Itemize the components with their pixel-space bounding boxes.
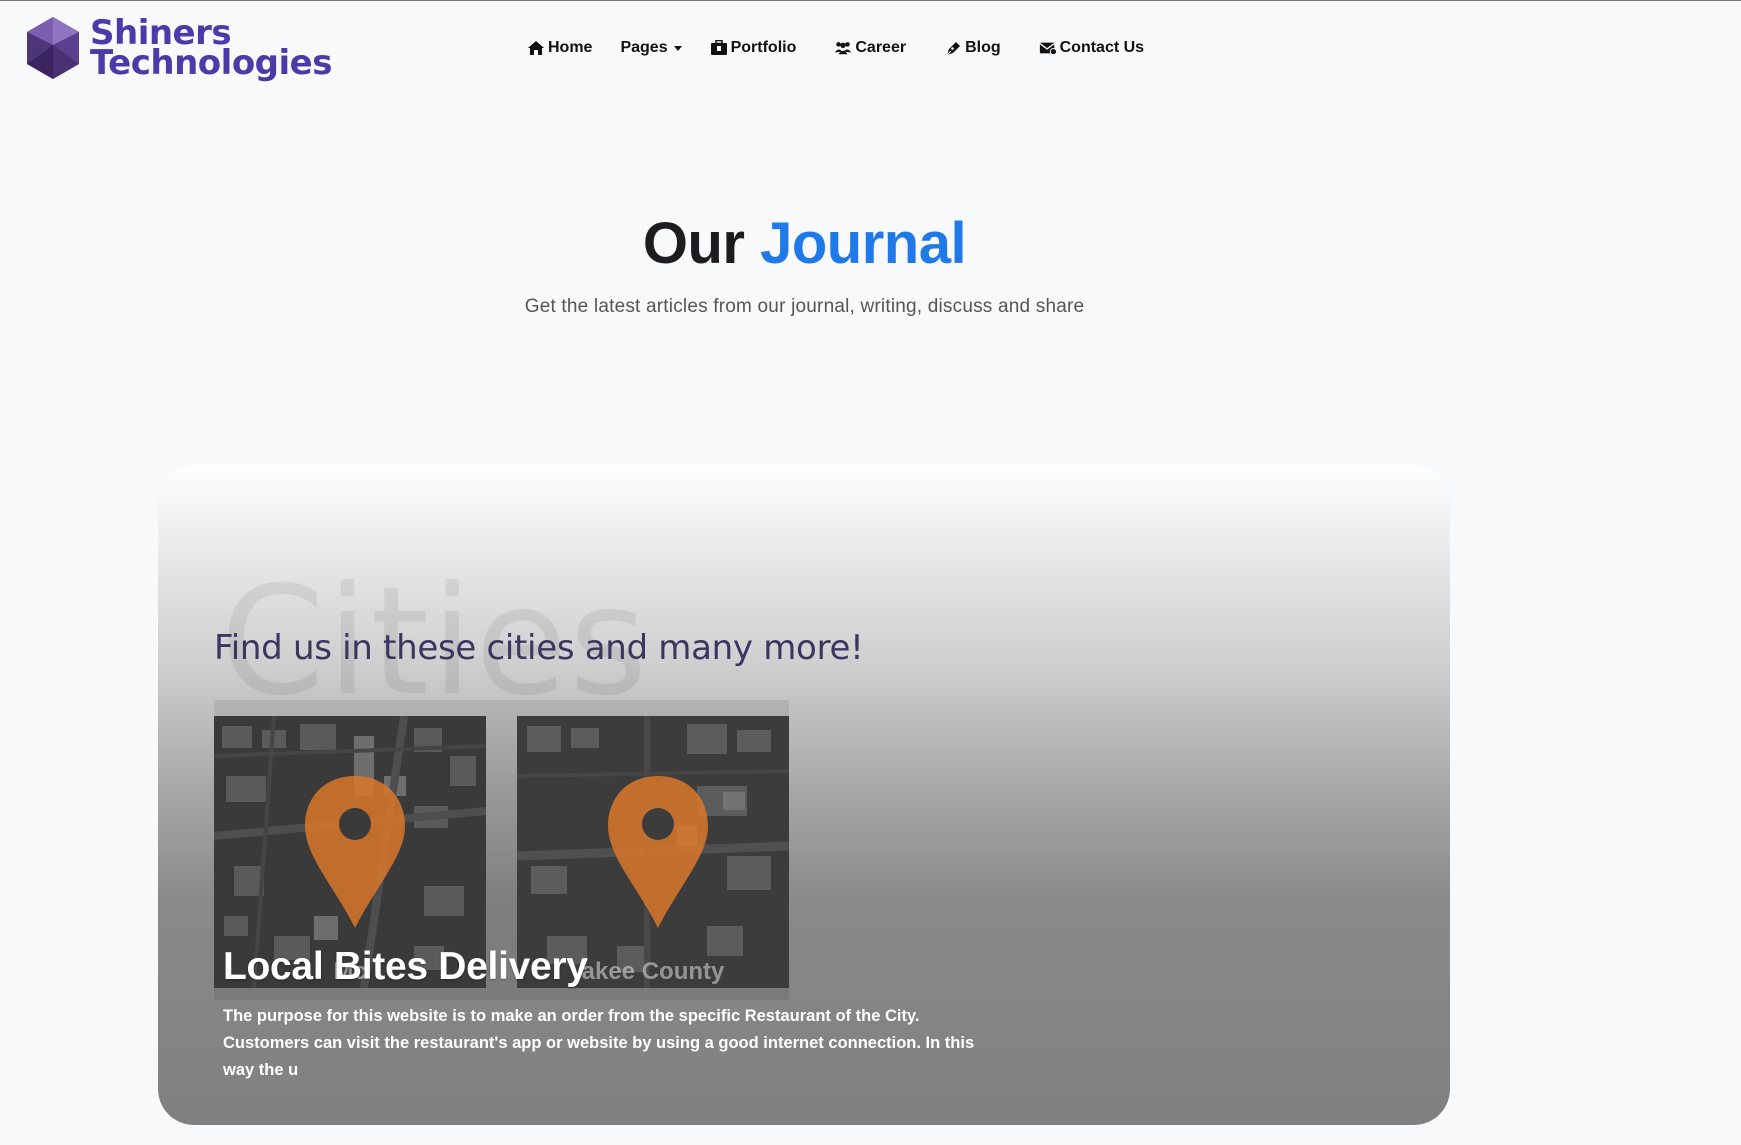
site-header: Shiners Technologies Home Pages Portfoli…: [0, 1, 1741, 93]
main-nav: Home Pages Portfolio Career Blog Contact…: [527, 35, 1144, 61]
nav-blog-label: Blog: [965, 39, 1001, 56]
brand-logo[interactable]: Shiners Technologies: [24, 15, 332, 81]
nav-pages-dropdown[interactable]: Pages: [620, 39, 682, 57]
home-icon: [528, 41, 544, 55]
page-title-accent: Journal: [760, 211, 967, 276]
nav-career[interactable]: Career: [834, 39, 906, 57]
page-title-part1: Our: [642, 211, 745, 276]
career-icon: [835, 42, 852, 55]
post-excerpt: The purpose for this website is to make …: [223, 1007, 975, 1079]
nav-home[interactable]: Home: [527, 39, 592, 57]
page-title: Our Journal: [0, 210, 1609, 277]
nav-portfolio-label: Portfolio: [730, 39, 797, 56]
image-heading: Find us in these cities and many more!: [214, 628, 864, 668]
brand-name: Shiners Technologies: [90, 16, 332, 83]
nav-career-label: Career: [855, 39, 907, 56]
brand-name-line2: Technologies: [90, 43, 332, 83]
nav-contact[interactable]: Contact Us: [1039, 39, 1144, 57]
nav-blog[interactable]: Blog: [944, 39, 1001, 57]
logo-hexagon-icon: [27, 17, 79, 79]
blog-post-card[interactable]: Cities Find us in these cities and many …: [158, 465, 1450, 1125]
contact-icon: [1039, 42, 1057, 56]
nav-pages-label: Pages: [620, 39, 668, 56]
nav-contact-label: Contact Us: [1059, 39, 1145, 56]
portfolio-icon: [710, 40, 727, 55]
post-title[interactable]: Local Bites Delivery: [223, 945, 588, 989]
nav-portfolio[interactable]: Portfolio: [710, 39, 797, 57]
nav-home-label: Home: [548, 39, 593, 56]
chevron-down-icon: [673, 45, 682, 51]
blog-icon: [946, 42, 961, 56]
page-subtitle: Get the latest articles from our journal…: [524, 296, 1085, 317]
